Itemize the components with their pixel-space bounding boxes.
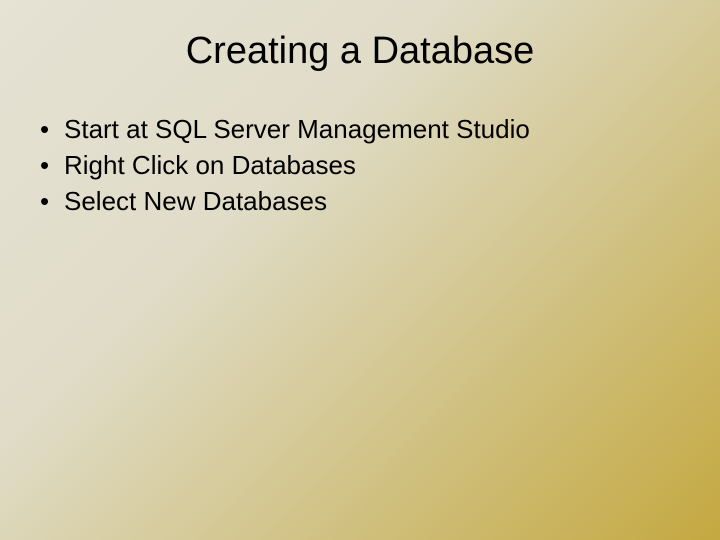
- bullet-list: Start at SQL Server Management Studio Ri…: [20, 113, 700, 218]
- slide-title: Creating a Database: [20, 30, 700, 73]
- list-item: Start at SQL Server Management Studio: [40, 113, 700, 147]
- slide: Creating a Database Start at SQL Server …: [0, 0, 720, 540]
- list-item: Right Click on Databases: [40, 149, 700, 183]
- list-item: Select New Databases: [40, 185, 700, 219]
